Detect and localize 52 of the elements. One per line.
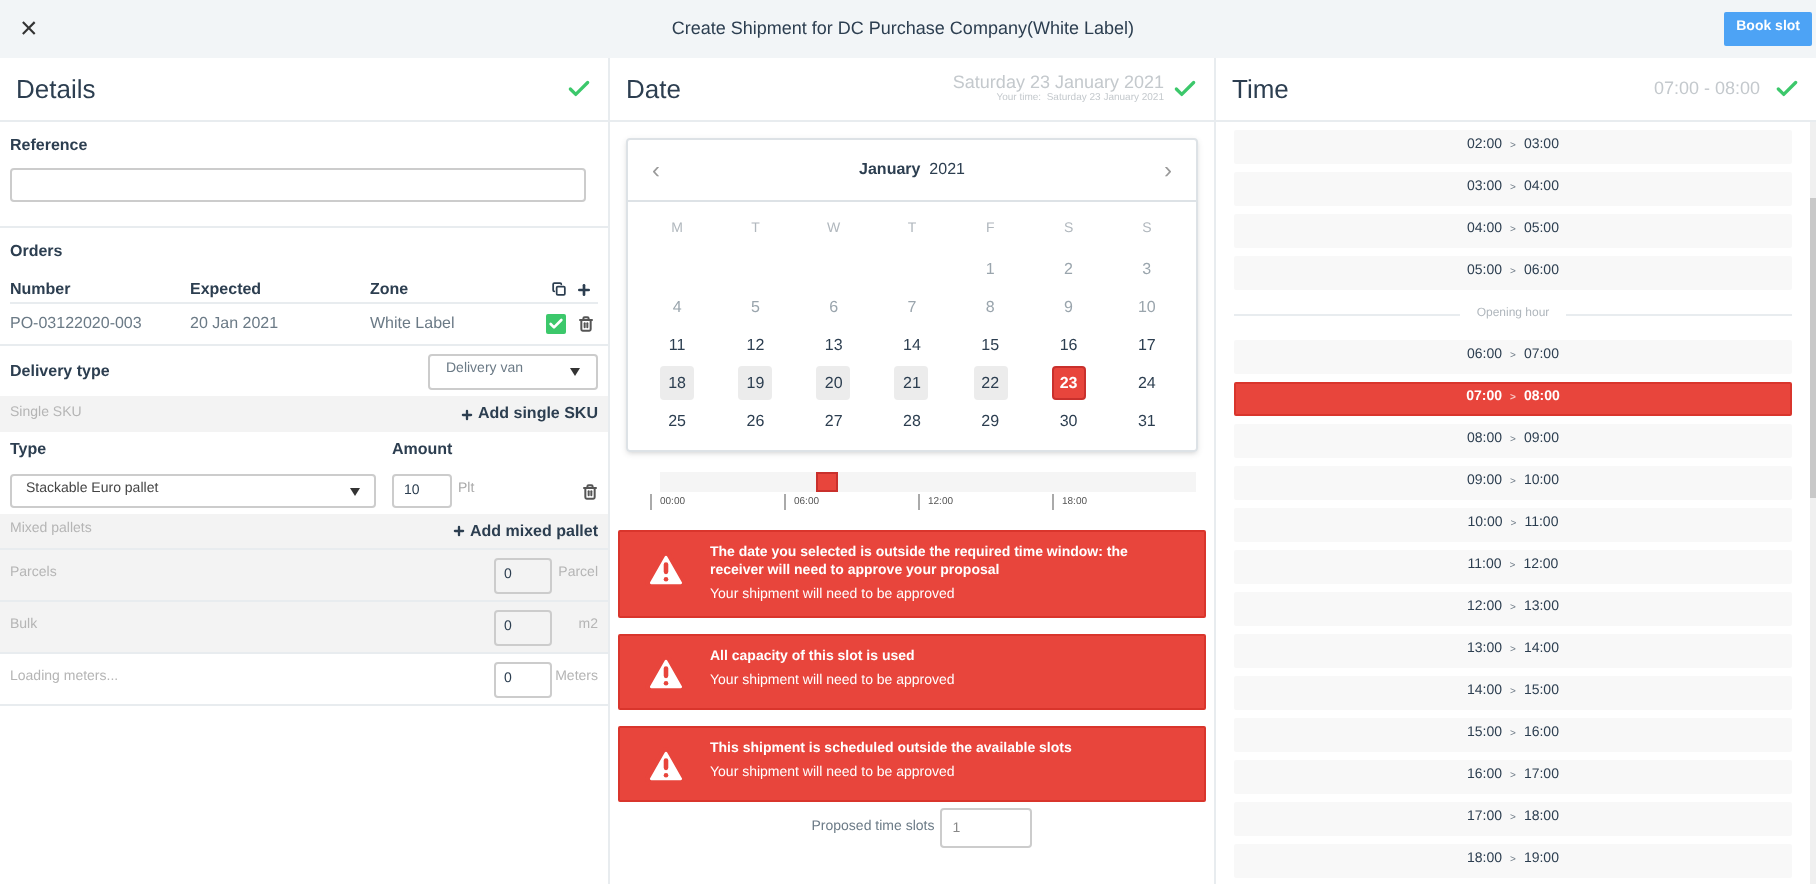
checkbox[interactable]	[546, 314, 566, 334]
plus-icon	[451, 524, 466, 538]
column-header: Amount	[392, 438, 453, 462]
calendar-day[interactable]: 18	[660, 366, 695, 400]
calendar-day[interactable]: 24	[1129, 366, 1164, 400]
add-single-sku-link[interactable]: Add single SKU	[459, 402, 598, 426]
delivery-type-label: Delivery type	[10, 359, 110, 383]
reference-label: Reference	[10, 134, 90, 158]
calendar-day[interactable]: 31	[1129, 404, 1164, 438]
month-title: January 2021	[859, 158, 965, 182]
calendar-day[interactable]: 13	[816, 328, 851, 362]
panel-title: Date	[626, 71, 681, 108]
calendar-day[interactable]: 20	[816, 366, 851, 400]
calendar-day[interactable]: 25	[660, 404, 695, 438]
copy-icon[interactable]	[552, 282, 566, 296]
panel-title: Details	[16, 71, 96, 108]
column-header: Zone	[370, 277, 411, 301]
calendar-day[interactable]: 16	[1051, 328, 1086, 362]
panel-title: Time	[1232, 71, 1289, 108]
calendar-day[interactable]: 26	[738, 404, 773, 438]
calendar-day[interactable]: 28	[894, 404, 929, 438]
reference-field[interactable]	[10, 168, 586, 202]
plus-icon	[459, 407, 474, 421]
scrollbar[interactable]	[1810, 122, 1816, 884]
table-cell-text: White Label	[370, 312, 457, 336]
calendar-day[interactable]: 17	[1129, 328, 1164, 362]
calendar-day[interactable]: 30	[1051, 404, 1086, 438]
calendar-day[interactable]: 27	[816, 404, 851, 438]
selected-time: 07:00 - 08:00	[1653, 75, 1760, 102]
column-header: Number	[10, 277, 73, 301]
trash-icon[interactable]	[578, 316, 594, 332]
add-mixed-pallet-link[interactable]: Add mixed pallet	[451, 519, 598, 543]
add-icon[interactable]	[576, 281, 592, 297]
caret-icon	[570, 367, 580, 375]
orders-label: Orders	[10, 240, 65, 264]
table-cell-text: PO-03122020-003	[10, 312, 144, 336]
calendar-day[interactable]: 14	[894, 328, 929, 362]
calendar-day[interactable]: 15	[973, 328, 1008, 362]
caret-icon	[350, 487, 360, 495]
trash-icon[interactable]	[582, 483, 598, 499]
column-header: Expected	[190, 277, 264, 301]
calendar-day[interactable]: 29	[973, 404, 1008, 438]
window-title: Create Shipment for DC Purchase Company(White Label)	[671, 15, 1134, 42]
calendar-day[interactable]: 21	[894, 366, 929, 400]
calendar-day[interactable]: 11	[660, 328, 695, 362]
calendar-day[interactable]: 22	[973, 366, 1008, 400]
calendar-day[interactable]: 12	[738, 328, 773, 362]
calendar-day[interactable]: 19	[738, 366, 773, 400]
close-button[interactable]: ×	[20, 14, 38, 44]
table-cell-text: 20 Jan 2021	[190, 312, 281, 336]
column-header: Type	[10, 438, 49, 462]
calendar-day[interactable]: 23	[1051, 366, 1086, 400]
